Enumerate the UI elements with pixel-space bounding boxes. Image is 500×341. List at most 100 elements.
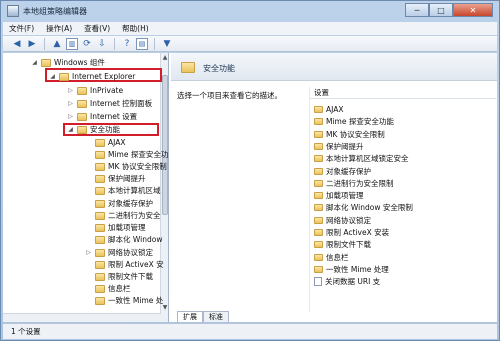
folder-icon [314, 241, 323, 249]
tree-item[interactable]: ▷ Internet 设置 [67, 111, 137, 122]
properties-icon[interactable]: ▤ [136, 37, 148, 50]
forward-icon[interactable]: ▶ [26, 38, 38, 50]
tree-expander-icon[interactable]: ▷ [67, 113, 74, 120]
show-tree-icon[interactable]: ▥ [66, 37, 78, 50]
menu-action[interactable]: 操作(A) [46, 23, 72, 34]
tree-item-label: 本地计算机区域 [108, 186, 161, 195]
help-icon[interactable]: ? [121, 38, 133, 50]
status-text: 1 个设置 [11, 327, 41, 336]
toolbar-separator [154, 37, 155, 50]
status-bar: 1 个设置 [3, 323, 497, 339]
menu-view[interactable]: 查看(V) [84, 23, 110, 34]
folder-icon [314, 130, 323, 138]
settings-list-item[interactable]: 脚本化 Window 安全限制 [314, 202, 413, 213]
settings-list-item[interactable]: 信息栏 [314, 252, 349, 263]
settings-item-label: 保护阈提升 [326, 141, 364, 151]
settings-item-label: Mime 探查安全功能 [326, 117, 394, 127]
folder-icon [95, 223, 105, 232]
tree-item-label: 二进制行为安全 [108, 211, 161, 220]
tree-expander-icon[interactable]: ◢ [31, 59, 38, 66]
tree-item[interactable]: Mime 探查安全功 [85, 149, 168, 160]
settings-list-item[interactable]: 二进制行为安全限制 [314, 178, 394, 189]
folder-icon [314, 106, 323, 113]
folder-icon [95, 186, 105, 195]
settings-list-item[interactable]: 加载项管理 [314, 190, 364, 201]
settings-list-item[interactable]: 一致性 Mime 处理 [314, 264, 389, 275]
settings-item-label: 二进制行为安全限制 [326, 178, 394, 188]
tree-item[interactable]: 二进制行为安全 [85, 210, 161, 221]
title-bar[interactable]: 本地组策略编辑器 ─ □ ✕ [1, 1, 499, 21]
tree-item[interactable]: 本地计算机区域 [85, 185, 161, 196]
maximize-button[interactable]: □ [429, 3, 453, 17]
refresh-icon[interactable]: ⟳ [81, 38, 93, 50]
scroll-up-arrow-icon[interactable]: ▲ [161, 54, 168, 62]
settings-list-item[interactable]: 对象缓存保护 [314, 166, 371, 177]
tree-item[interactable]: AJAX [85, 137, 125, 148]
tree-expander-icon[interactable]: ▷ [67, 100, 74, 107]
settings-list-item[interactable]: 关闭数据 URI 支 [314, 276, 380, 287]
minimize-button[interactable]: ─ [405, 3, 429, 17]
back-icon[interactable]: ◀ [11, 38, 23, 50]
tree-item-label: Internet Explorer [72, 72, 136, 81]
filter-icon[interactable]: ▼ [161, 38, 173, 50]
tree-expander-icon[interactable]: ◢ [67, 126, 74, 133]
settings-list: 设置 AJAX Mime 探查安全功能 MK 协议安全限制 保护阈提升本地计算机区域锁… [309, 87, 498, 312]
folder-icon [95, 150, 105, 159]
tree-item[interactable]: 一致性 Mime 处 [85, 295, 163, 306]
tab-standard[interactable]: 标准 [203, 311, 229, 322]
tree-item[interactable]: 对象缓存保护 [85, 198, 153, 209]
tree-item[interactable]: 加载项管理 [85, 222, 146, 233]
menu-help[interactable]: 帮助(H) [122, 23, 149, 34]
tree-expander-icon[interactable]: ▷ [85, 249, 92, 256]
tree-item[interactable]: 限制文件下载 [85, 271, 153, 282]
settings-list-item[interactable]: Mime 探查安全功能 [314, 116, 394, 127]
scroll-thumb[interactable] [162, 75, 168, 215]
tree-item[interactable]: ◢ 安全功能 [67, 124, 120, 135]
settings-list-item[interactable]: 限制文件下载 [314, 239, 371, 250]
tree-item[interactable]: MK 协议安全限制 [85, 161, 167, 172]
tree-item[interactable]: 脚本化 Window [85, 234, 162, 245]
tree-item-label: 限制 ActiveX 安 [108, 260, 164, 269]
column-header-settings[interactable]: 设置 [310, 87, 498, 99]
folder-icon [77, 112, 87, 121]
tree-item-label: AJAX [108, 138, 126, 147]
tree-item[interactable]: 信息栏 [85, 283, 131, 294]
tree-item-label: 脚本化 Window [108, 235, 163, 244]
tree-expander-icon[interactable]: ▷ [67, 87, 74, 94]
tree-item[interactable]: 保护阈提升 [85, 173, 146, 184]
tree-item[interactable]: ◢ Windows 组件 [31, 57, 105, 68]
folder-icon [77, 125, 87, 134]
tree-expander-icon[interactable]: ◢ [49, 73, 56, 80]
folder-icon [95, 272, 105, 281]
folder-icon [314, 118, 323, 126]
tree-item[interactable]: ◢ Internet Explorer [49, 71, 135, 82]
tree-horizontal-scrollbar[interactable] [3, 313, 161, 322]
settings-item-label: 一致性 Mime 处理 [326, 264, 389, 274]
tree-vertical-scrollbar[interactable]: ▲ ▼ [160, 53, 168, 322]
view-tabs: 扩展 标准 [177, 311, 229, 322]
menu-file[interactable]: 文件(F) [9, 23, 34, 34]
tree-item[interactable]: ▷ InPrivate [67, 85, 123, 96]
folder-icon [59, 72, 69, 81]
settings-list-item[interactable]: 限制 ActiveX 安装 [314, 227, 389, 238]
tree-item-label: 保护阈提升 [108, 174, 146, 183]
tree-item[interactable]: ▷ Internet 控制面板 [67, 98, 152, 109]
settings-item-label: MK 协议安全限制 [326, 129, 385, 139]
settings-list-item[interactable]: 本地计算机区域锁定安全 [314, 153, 409, 164]
settings-list-item[interactable]: AJAX [314, 104, 343, 115]
settings-list-item[interactable]: 保护阈提升 [314, 141, 364, 152]
toolbar: ◀ ▶ ▲ ▥ ⟳ ⇩ ? ▤ ▼ [3, 36, 497, 52]
tree-item-label: Mime 探查安全功 [108, 150, 169, 159]
tree-item[interactable]: 限制 ActiveX 安 [85, 259, 164, 270]
close-button[interactable]: ✕ [453, 3, 493, 17]
settings-list-item[interactable]: 网络协议锁定 [314, 215, 371, 226]
settings-item-label: 脚本化 Window 安全限制 [326, 203, 413, 213]
tab-extended[interactable]: 扩展 [177, 311, 203, 322]
up-folder-icon[interactable]: ▲ [51, 38, 63, 50]
settings-list-item[interactable]: MK 协议安全限制 [314, 129, 385, 140]
tree-item[interactable]: ▷ 网络协议锁定 [85, 247, 153, 258]
app-icon [7, 5, 19, 17]
folder-icon [314, 204, 323, 212]
folder-icon [95, 199, 105, 208]
export-icon[interactable]: ⇩ [96, 38, 108, 50]
